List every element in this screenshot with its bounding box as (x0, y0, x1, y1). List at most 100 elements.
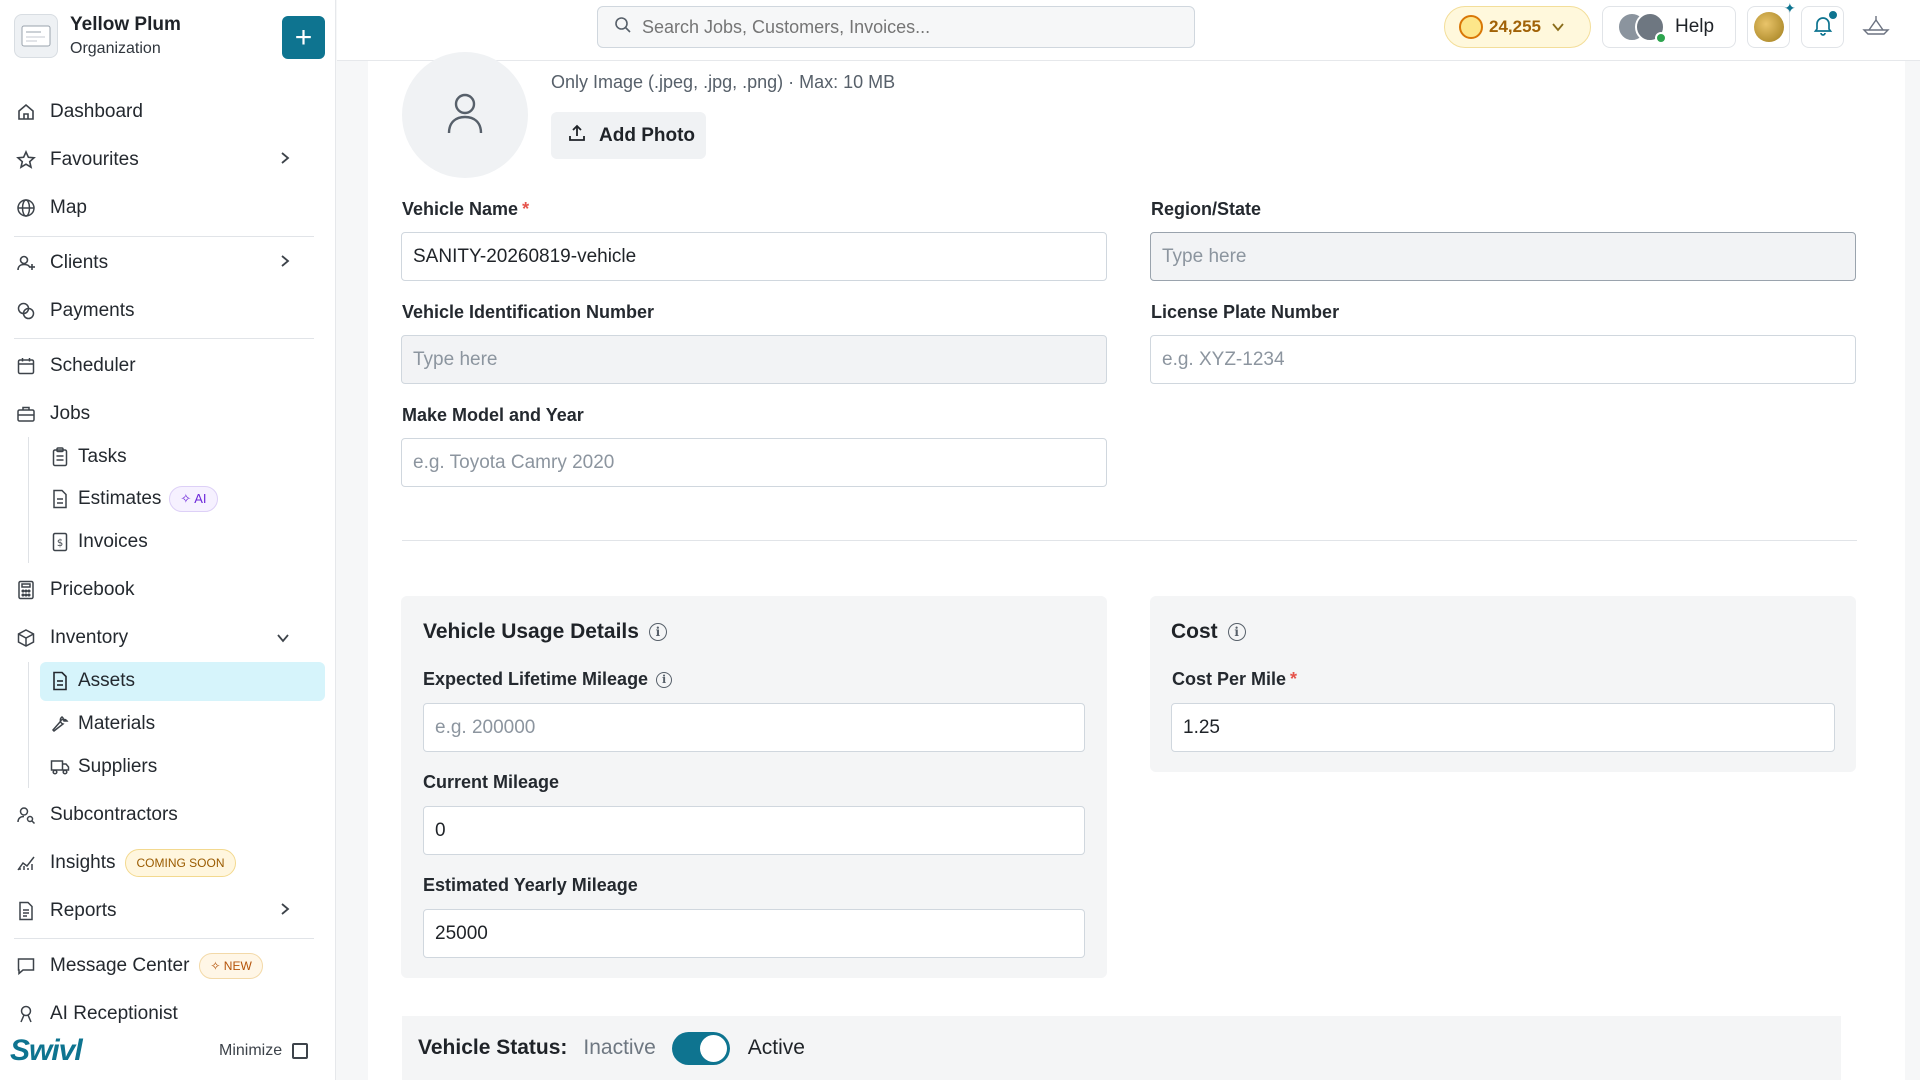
cost-per-mile-field[interactable] (1171, 703, 1835, 752)
home-icon (14, 100, 38, 124)
nav-materials-label: Materials (78, 713, 156, 734)
nav-map[interactable]: Map (14, 190, 87, 226)
jobs-subnav-line (28, 437, 29, 563)
cost-title-text: Cost (1171, 620, 1218, 643)
org-switcher[interactable]: Yellow Plum Organization (14, 14, 181, 58)
make-model-year-label: Make Model and Year (402, 405, 584, 425)
ai-badge: ✧ AI (169, 486, 218, 512)
nav-subcontractors[interactable]: Subcontractors (14, 797, 178, 833)
nav-favourites-label: Favourites (50, 149, 139, 170)
nav-assets[interactable]: Assets (50, 663, 135, 699)
nav-clients[interactable]: Clients (14, 245, 314, 281)
coins-balance-button[interactable]: 24,255 (1444, 6, 1591, 48)
nav-suppliers[interactable]: Suppliers (50, 749, 157, 785)
nav-jobs-label: Jobs (50, 403, 91, 424)
chevron-down-icon (1551, 17, 1565, 37)
nav-tasks[interactable]: Tasks (50, 439, 127, 475)
status-active-label: Active (747, 1036, 805, 1059)
info-icon[interactable]: i (648, 623, 667, 641)
document-icon (50, 670, 70, 692)
nav-favourites[interactable]: Favourites (14, 142, 314, 178)
inventory-subnav-line (28, 662, 29, 788)
upload-icon (567, 123, 587, 149)
nav-jobs[interactable]: Jobs (14, 396, 90, 432)
nav-message-center[interactable]: Message Center ✧ NEW (14, 948, 263, 984)
briefcase-icon (14, 402, 38, 426)
user-key-icon (14, 803, 38, 827)
make-model-year-field[interactable] (401, 438, 1107, 487)
image-hint: Only Image (.jpeg, .jpg, .png) · Max: 10… (551, 72, 896, 92)
nav-payments[interactable]: Payments (14, 293, 134, 329)
star-icon (14, 148, 38, 172)
lifetime-mileage-label-text: Expected Lifetime Mileage (423, 669, 649, 689)
nav-payments-label: Payments (50, 300, 135, 321)
help-label: Help (1675, 16, 1715, 37)
nav-invoices[interactable]: $ Invoices (50, 524, 148, 560)
svg-text:$: $ (57, 538, 63, 549)
add-photo-button[interactable]: Add Photo (551, 112, 706, 159)
coins-icon (14, 299, 38, 323)
wrench-icon (50, 713, 70, 735)
online-status-icon (1655, 32, 1667, 44)
vehicle-usage-title-text: Vehicle Usage Details (423, 620, 639, 643)
current-mileage-label: Current Mileage (423, 772, 560, 792)
minimize-label: Minimize (219, 1042, 283, 1059)
invoice-icon: $ (50, 531, 70, 553)
cost-per-mile-label-text: Cost Per Mile (1172, 669, 1287, 689)
chevron-right-icon (280, 149, 290, 171)
region-field[interactable] (1150, 232, 1856, 281)
nav-dashboard[interactable]: Dashboard (14, 94, 143, 130)
notification-dot (1827, 9, 1839, 21)
region-label: Region/State (1151, 199, 1262, 219)
clipboard-icon (50, 446, 70, 468)
nav-inventory[interactable]: Inventory (14, 620, 314, 656)
current-mileage-field[interactable] (423, 806, 1085, 855)
org-name: Yellow Plum (70, 14, 181, 35)
yearly-mileage-field[interactable] (423, 909, 1085, 958)
vehicle-status-label: Vehicle Status: (418, 1036, 568, 1059)
lifetime-mileage-field[interactable] (423, 703, 1085, 752)
search-icon (614, 16, 632, 39)
calculator-icon (14, 578, 38, 602)
sparkle-icon: ✦ (1784, 0, 1796, 16)
minimize-sidebar-button[interactable]: Minimize (219, 1042, 309, 1060)
nav-clients-label: Clients (50, 252, 109, 273)
nav-materials[interactable]: Materials (50, 706, 155, 742)
global-search[interactable] (597, 6, 1195, 48)
coming-soon-badge: COMING SOON (125, 849, 236, 877)
nav-ai-receptionist[interactable]: AI Receptionist (14, 996, 178, 1032)
info-icon[interactable]: i (1227, 623, 1246, 641)
document-icon (50, 488, 70, 510)
nav-reports-label: Reports (50, 900, 117, 921)
vehicle-name-label-text: Vehicle Name (402, 199, 519, 219)
nav-divider (14, 236, 314, 237)
help-button[interactable]: Help (1602, 6, 1736, 48)
vehicle-usage-title: Vehicle Usage Details i (423, 620, 667, 644)
globe-icon (14, 196, 38, 220)
chart-icon (14, 851, 38, 875)
vehicle-name-label: Vehicle Name * (402, 199, 529, 220)
nav-pricebook[interactable]: Pricebook (14, 572, 135, 608)
gold-coin-icon (1753, 12, 1784, 42)
info-icon[interactable]: i (656, 671, 673, 688)
license-plate-field[interactable] (1150, 335, 1856, 384)
user-icon (445, 91, 485, 140)
nav-inventory-label: Inventory (50, 627, 129, 648)
section-divider (402, 540, 1857, 541)
nav-scheduler[interactable]: Scheduler (14, 348, 136, 384)
search-input[interactable] (642, 16, 1142, 38)
quick-add-button[interactable]: + (282, 16, 325, 59)
coin-icon (1459, 15, 1483, 39)
nav-scheduler-label: Scheduler (50, 355, 136, 376)
support-avatars (1617, 12, 1667, 44)
nav-reports[interactable]: Reports (14, 893, 314, 929)
cost-per-mile-label: Cost Per Mile * (1172, 669, 1297, 690)
notifications-button[interactable] (1801, 6, 1844, 48)
vehicle-name-field[interactable] (401, 232, 1107, 281)
required-marker: * (1290, 669, 1298, 689)
nav-insights[interactable]: Insights COMING SOON (14, 845, 236, 881)
nav-estimates[interactable]: Estimates ✧ AI (50, 481, 218, 517)
ship-icon[interactable] (1861, 14, 1891, 43)
vehicle-status-toggle[interactable] (671, 1031, 730, 1065)
vin-field[interactable] (401, 335, 1107, 384)
